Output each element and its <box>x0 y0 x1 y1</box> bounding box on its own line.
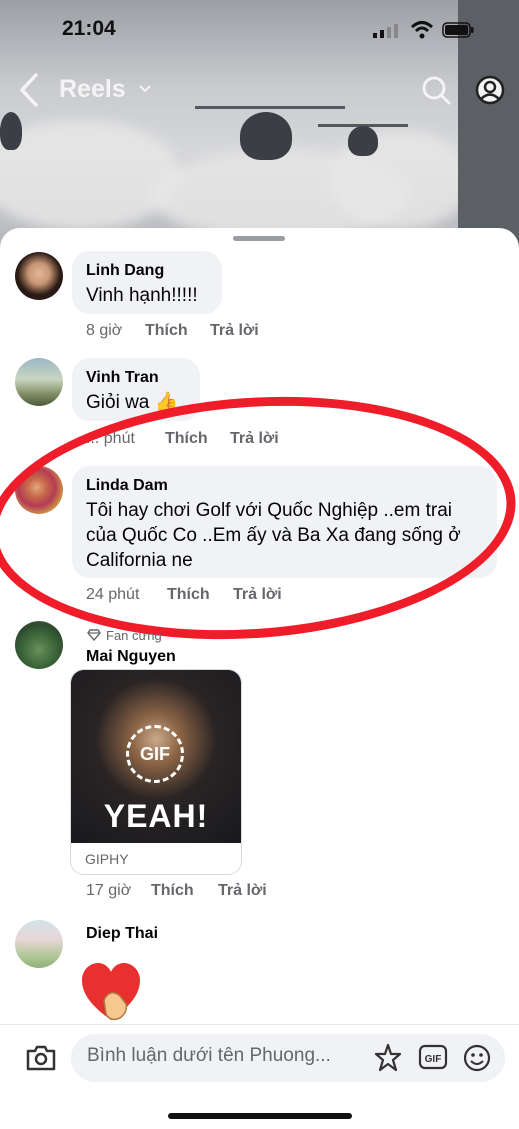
comment-time: 8 giờ <box>86 322 123 339</box>
avatar[interactable] <box>15 252 63 300</box>
gif-badge: GIF <box>126 725 184 783</box>
comment-author[interactable]: Linh Dang <box>86 262 164 280</box>
gif-caption: YEAH! <box>103 798 209 834</box>
avatar[interactable] <box>15 621 63 669</box>
fan-badge: Fan cứng <box>106 628 162 643</box>
reply-button[interactable]: Trả lời <box>218 882 267 900</box>
gif-attachment[interactable]: GIF YEAH! GIPHY <box>70 669 242 875</box>
like-button[interactable]: Thích <box>151 882 194 900</box>
svg-text:GIF: GIF <box>425 1054 442 1065</box>
gif-icon[interactable]: GIF <box>418 1042 448 1072</box>
status-time: 21:04 <box>62 17 116 40</box>
comment-time: 17 giờ <box>86 882 132 899</box>
avatar[interactable] <box>15 920 63 968</box>
comment-text: Vinh hạnh!!!!! <box>86 285 198 306</box>
sticker-icon[interactable] <box>373 1043 403 1073</box>
divider <box>0 1024 519 1025</box>
comment-author[interactable]: Diep Thai <box>86 925 158 943</box>
cellular-signal-icon <box>373 24 398 38</box>
heart-hands-sticker-icon <box>82 963 140 1021</box>
home-indicator[interactable] <box>168 1113 352 1119</box>
profile-icon[interactable] <box>475 75 505 105</box>
search-icon[interactable] <box>421 75 451 105</box>
battery-icon <box>442 22 474 38</box>
like-button[interactable]: Thích <box>145 322 188 340</box>
wifi-icon <box>410 21 434 39</box>
diamond-icon <box>87 629 101 641</box>
camera-icon[interactable] <box>25 1043 57 1073</box>
reply-button[interactable]: Trả lời <box>210 322 259 340</box>
gif-source: GIPHY <box>85 851 129 867</box>
back-arrow-icon[interactable] <box>16 72 42 108</box>
page-title[interactable]: Reels <box>59 75 126 104</box>
comment-author[interactable]: Vinh Tran <box>86 369 159 387</box>
chevron-down-icon[interactable] <box>138 83 152 95</box>
comment-input-placeholder[interactable]: Bình luận dưới tên Phuong... <box>87 1045 331 1067</box>
sheet-drag-handle[interactable] <box>233 236 285 241</box>
comment-author[interactable]: Mai Nguyen <box>86 648 176 666</box>
emoji-icon[interactable] <box>462 1043 492 1073</box>
avatar[interactable] <box>15 358 63 406</box>
